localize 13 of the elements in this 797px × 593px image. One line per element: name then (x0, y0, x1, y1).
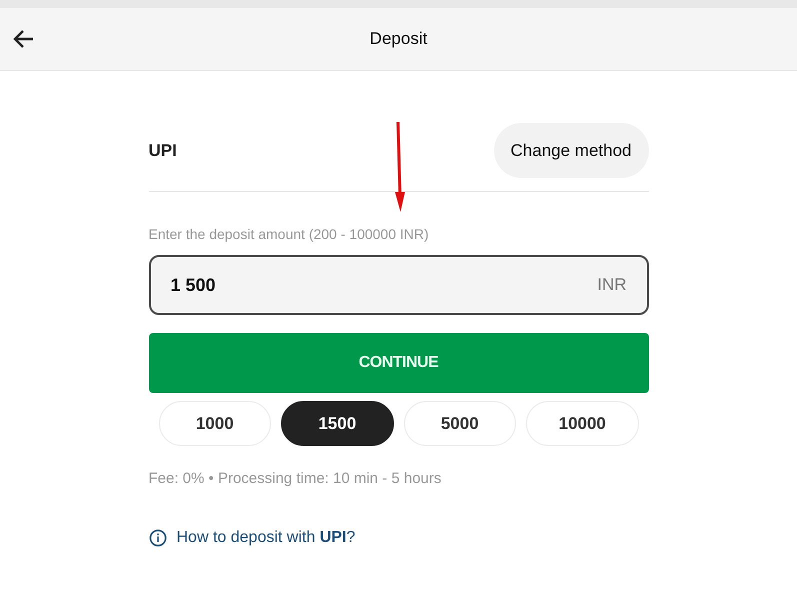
change-method-button[interactable]: Change method (494, 123, 648, 178)
amount-chip[interactable]: 10000 (526, 401, 638, 446)
method-name: UPI (148, 140, 177, 160)
amount-chip[interactable]: 1500 (281, 401, 394, 446)
continue-button[interactable]: CONTINUE (148, 333, 648, 393)
amount-chip[interactable]: 5000 (404, 401, 516, 446)
currency-label: INR (597, 275, 626, 295)
amount-label: Enter the deposit amount (200 - 100000 INR) (148, 226, 430, 242)
page-title: Deposit (370, 29, 428, 49)
amount-chip[interactable]: 1000 (158, 401, 271, 446)
help-link[interactable]: How to deposit with UPI? (176, 529, 356, 547)
info-icon (148, 529, 166, 547)
fee-info: Fee: 0% • Processing time: 10 min - 5 hours (148, 470, 442, 487)
